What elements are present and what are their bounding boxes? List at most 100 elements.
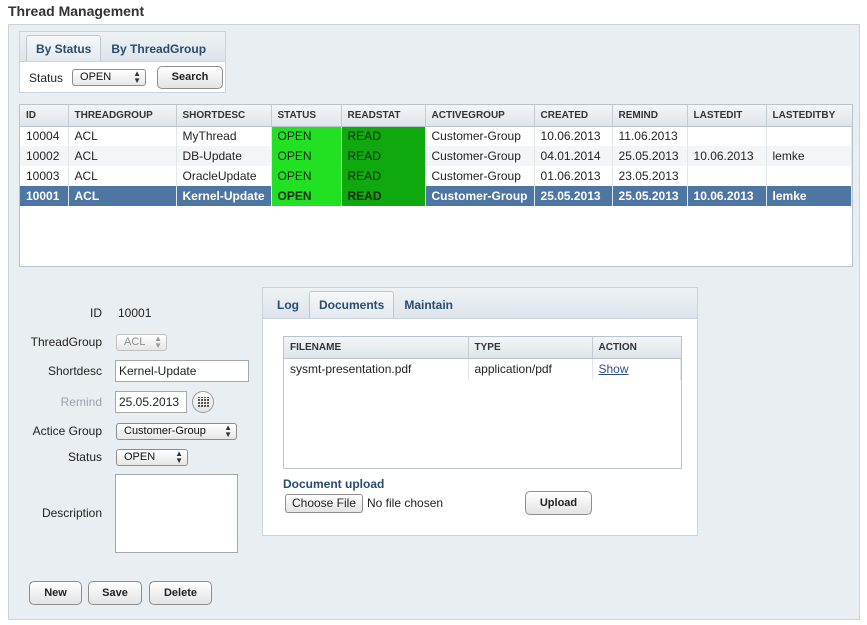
tab-by-status[interactable]: By Status (26, 35, 102, 61)
col-header-id[interactable]: ID (20, 105, 69, 127)
col-header-status[interactable]: STATUS (271, 105, 342, 127)
cell-filename: sysmt-presentation.pdf (284, 358, 469, 380)
threadgroup-select[interactable]: ACL ▲ ▼ (116, 334, 167, 351)
tab-documents[interactable]: Documents (309, 291, 395, 318)
col-header-remind[interactable]: REMIND (612, 105, 688, 127)
cell-created: 01.06.2013 (534, 166, 613, 186)
col-header-lasteditby[interactable]: LASTEDITBY (766, 105, 852, 127)
cell-threadgroup: ACL (68, 166, 177, 186)
col-header-lastedit[interactable]: LASTEDIT (687, 105, 767, 127)
cell-lasteditby (766, 166, 853, 186)
documents-panel: Log Documents Maintain FILENAME TYPE ACT… (262, 287, 698, 536)
thread-table-header: ID THREADGROUP SHORTDESC STATUS READSTAT… (20, 105, 852, 127)
remind-input[interactable]: 25.05.2013 (115, 391, 187, 413)
col-header-activegroup[interactable]: ACTIVEGROUP (425, 105, 535, 127)
cell-id: 10004 (20, 126, 69, 146)
threadgroup-value: ACL (124, 336, 146, 348)
tab-log[interactable]: Log (267, 291, 309, 318)
select-arrows-icon: ▲ ▼ (175, 449, 183, 465)
table-row[interactable]: 10004 ACL MyThread OPEN READ Customer-Gr… (20, 126, 853, 146)
documents-table: FILENAME TYPE ACTION sysmt-presentation.… (283, 336, 682, 469)
cell-readstat: READ (341, 166, 426, 186)
col-header-threadgroup[interactable]: THREADGROUP (68, 105, 177, 127)
cell-activegroup: Customer-Group (425, 146, 535, 166)
id-value: 10001 (118, 306, 152, 320)
cell-activegroup: Customer-Group (425, 126, 535, 146)
cell-id: 10002 (20, 146, 69, 166)
description-label: Description (41, 506, 102, 520)
cell-remind: 11.06.2013 (612, 126, 688, 146)
show-document-link[interactable]: Show (599, 362, 629, 376)
tab-by-threadgroup[interactable]: By ThreadGroup (101, 35, 216, 61)
save-button[interactable]: Save (88, 581, 142, 605)
choose-file-button[interactable]: Choose File (285, 494, 363, 513)
cell-lasteditby: lemke (766, 186, 853, 206)
cell-id: 10001 (20, 186, 69, 206)
calendar-button[interactable] (192, 391, 214, 413)
table-row-selected[interactable]: 10001 ACL Kernel-Update OPEN READ Custom… (20, 186, 853, 206)
cell-lastedit (687, 166, 767, 186)
status-filter-select[interactable]: OPEN ▲ ▼ (72, 69, 147, 86)
col-header-shortdesc[interactable]: SHORTDESC (176, 105, 272, 127)
cell-readstat: READ (341, 146, 426, 166)
table-row[interactable]: 10002 ACL DB-Update OPEN READ Customer-G… (20, 146, 853, 166)
description-textarea[interactable] (115, 474, 238, 553)
col-header-filename[interactable]: FILENAME (284, 337, 469, 359)
status-select[interactable]: OPEN ▲ ▼ (116, 449, 188, 466)
cell-id: 10003 (20, 166, 69, 186)
search-button[interactable]: Search (157, 66, 224, 89)
cell-activegroup: Customer-Group (425, 186, 535, 206)
table-row[interactable]: 10003 ACL OracleUpdate OPEN READ Custome… (20, 166, 853, 186)
shortdesc-label: Shortdesc (47, 364, 102, 378)
thread-table: ID THREADGROUP SHORTDESC STATUS READSTAT… (19, 104, 853, 267)
documents-table-header: FILENAME TYPE ACTION (284, 337, 681, 359)
cell-lastedit (687, 126, 767, 146)
active-group-select[interactable]: Customer-Group ▲ ▼ (116, 423, 237, 440)
document-upload-label: Document upload (283, 477, 385, 491)
cell-status: OPEN (271, 186, 342, 206)
cell-created: 04.01.2014 (534, 146, 613, 166)
cell-status: OPEN (271, 166, 342, 186)
cell-lastedit: 10.06.2013 (687, 146, 767, 166)
cell-status: OPEN (271, 126, 342, 146)
cell-remind: 25.05.2013 (612, 186, 688, 206)
status-filter-label: Status (29, 70, 64, 85)
cell-shortdesc: Kernel-Update (176, 186, 272, 206)
cell-readstat: READ (341, 126, 426, 146)
new-button[interactable]: New (29, 581, 82, 605)
active-group-value: Customer-Group (124, 425, 206, 437)
id-label: ID (90, 306, 102, 320)
select-arrows-icon: ▲ ▼ (133, 69, 142, 85)
select-arrows-icon: ▲ ▼ (224, 423, 232, 439)
cell-lasteditby: lemke (766, 146, 853, 166)
cell-remind: 25.05.2013 (612, 146, 688, 166)
cell-threadgroup: ACL (68, 126, 177, 146)
col-header-action[interactable]: ACTION (592, 337, 681, 359)
status-label: Status (67, 450, 102, 464)
documents-tabbar: Log Documents Maintain (263, 288, 697, 319)
table-row[interactable]: sysmt-presentation.pdf application/pdf S… (284, 358, 681, 380)
col-header-created[interactable]: CREATED (534, 105, 613, 127)
cell-threadgroup: ACL (68, 186, 177, 206)
cell-shortdesc: DB-Update (176, 146, 272, 166)
threadgroup-label: ThreadGroup (30, 335, 102, 349)
col-header-readstat[interactable]: READSTAT (341, 105, 426, 127)
select-arrows-icon: ▲ ▼ (154, 334, 162, 350)
cell-activegroup: Customer-Group (425, 166, 535, 186)
cell-type: application/pdf (468, 358, 593, 380)
filter-box: By Status By ThreadGroup Status OPEN ▲ ▼ … (19, 31, 226, 93)
status-value: OPEN (124, 451, 156, 463)
upload-button[interactable]: Upload (525, 491, 592, 515)
shortdesc-input[interactable]: Kernel-Update (115, 360, 249, 382)
tab-maintain[interactable]: Maintain (394, 291, 463, 318)
cell-shortdesc: MyThread (176, 126, 272, 146)
status-filter-value: OPEN (80, 71, 112, 83)
remind-label: Remind (60, 395, 102, 409)
col-header-type[interactable]: TYPE (468, 337, 593, 359)
delete-button[interactable]: Delete (149, 581, 212, 605)
cell-remind: 23.05.2013 (612, 166, 688, 186)
filter-tabbar: By Status By ThreadGroup (20, 32, 225, 62)
page-title: Thread Management (8, 3, 145, 19)
cell-readstat: READ (341, 186, 426, 206)
cell-lasteditby (766, 126, 853, 146)
